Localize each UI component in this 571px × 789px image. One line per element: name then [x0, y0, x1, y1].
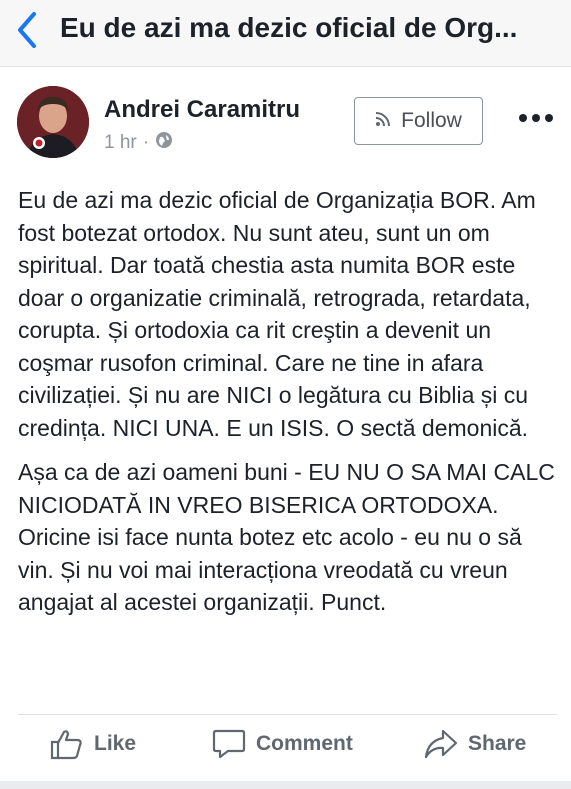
post-paragraph: Așa ca de azi oameni buni - EU NU O SA M… [18, 459, 555, 615]
rss-icon [375, 109, 391, 133]
top-bar: Eu de azi ma dezic oficial de Org... [0, 0, 571, 67]
like-button[interactable]: Like [50, 728, 136, 760]
post-meta: 1 hr · [104, 131, 173, 155]
comment-icon [212, 728, 246, 760]
more-icon[interactable] [519, 108, 553, 128]
comment-label: Comment [256, 732, 353, 755]
like-label: Like [94, 732, 137, 755]
globe-icon [155, 131, 173, 155]
divider [18, 714, 557, 715]
divider [0, 781, 571, 789]
meta-separator: · [142, 132, 150, 153]
share-icon [424, 728, 458, 760]
comment-button[interactable]: Comment [212, 728, 353, 760]
post-paragraph: Eu de azi ma dezic oficial de Organizați… [18, 187, 536, 441]
follow-label: Follow [401, 109, 462, 132]
avatar[interactable] [17, 86, 89, 158]
like-icon [50, 728, 84, 760]
share-label: Share [468, 732, 527, 755]
back-chevron-icon[interactable] [12, 10, 44, 50]
post-time[interactable]: 1 hr [104, 132, 137, 154]
share-button[interactable]: Share [424, 728, 526, 760]
page-title: Eu de azi ma dezic oficial de Org... [60, 12, 518, 43]
post-author[interactable]: Andrei Caramitru [104, 96, 300, 124]
action-bar: Like Comment Share [0, 716, 571, 780]
post-body: Eu de azi ma dezic oficial de Organizați… [18, 184, 558, 631]
follow-button[interactable]: Follow [354, 97, 483, 145]
